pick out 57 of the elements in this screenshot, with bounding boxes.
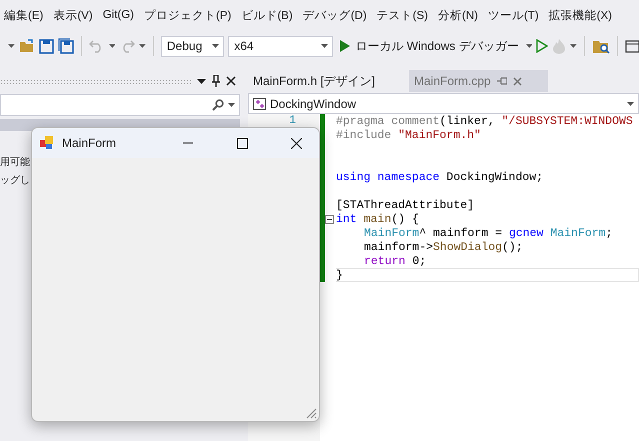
- window-icon[interactable]: [624, 39, 639, 53]
- menu-item[interactable]: 編集(E): [4, 8, 44, 22]
- code-line: int main() {: [336, 212, 420, 226]
- code-line: [STAThreadAttribute]: [336, 198, 476, 212]
- menu-item[interactable]: Git(G): [102, 9, 134, 21]
- caret-icon: [228, 103, 235, 107]
- close-icon: [290, 138, 302, 148]
- code-line: return 0;: [363, 254, 428, 268]
- maximize-icon: [236, 138, 248, 148]
- form-icon: [40, 136, 54, 150]
- menu-item[interactable]: テスト(S): [376, 8, 428, 22]
- configuration-dropdown[interactable]: Debug: [160, 36, 224, 56]
- tab-label: MainForm.h [デザイン]: [253, 72, 376, 90]
- line-number: 1: [289, 114, 296, 128]
- caret-icon: [139, 44, 146, 48]
- menu-item[interactable]: 分析(N): [438, 8, 478, 22]
- menu-item[interactable]: 表示(V): [53, 8, 93, 22]
- code-line: MainForm^ mainform = gcnew MainForm;: [363, 226, 614, 240]
- menu-item[interactable]: ツール(T): [488, 8, 539, 22]
- menu-item[interactable]: デバッグ(D): [302, 8, 367, 22]
- menu-item[interactable]: 拡張機能(X): [548, 8, 612, 22]
- code-line: mainform->ShowDialog();: [363, 240, 524, 254]
- platform-dropdown[interactable]: x64: [228, 36, 334, 56]
- dropdown-caret-icon[interactable]: [197, 78, 206, 84]
- panel-text: ッグし: [0, 174, 30, 188]
- resize-grip-icon[interactable]: [306, 408, 317, 419]
- code-line: }: [336, 268, 639, 282]
- window-title: MainForm: [62, 136, 118, 150]
- caret-icon: [8, 44, 15, 48]
- play-icon: [340, 40, 350, 52]
- play-outline-icon[interactable]: [536, 39, 548, 53]
- close-icon[interactable]: [226, 76, 236, 86]
- class-icon: [253, 98, 266, 110]
- save-all-icon[interactable]: [58, 38, 74, 54]
- search-field[interactable]: [0, 94, 240, 116]
- scope-dropdown[interactable]: DockingWindow: [248, 93, 639, 114]
- code-line: using namespace DockingWindow;: [336, 170, 544, 184]
- menu-item[interactable]: プロジェクト(P): [144, 8, 232, 22]
- panel-text: 用可能: [0, 156, 30, 170]
- run-button[interactable]: ローカル Windows デバッガー: [337, 38, 522, 54]
- code-line: #pragma comment(linker, "/SUBSYSTEM:WINDOWS: [336, 114, 634, 128]
- caret-icon: [321, 44, 328, 48]
- caret-icon: [108, 44, 116, 48]
- tab-label: MainForm.cpp: [414, 74, 491, 88]
- pin-icon[interactable]: [212, 75, 220, 87]
- menu-item[interactable]: ビルド(B): [241, 8, 293, 22]
- collapse-icon[interactable]: [325, 214, 334, 224]
- open-folder-icon[interactable]: [18, 39, 35, 53]
- caret-icon: [526, 44, 532, 48]
- caret-icon: [570, 44, 578, 48]
- caret-icon: [627, 102, 634, 106]
- code-line: #include "MainForm.h": [336, 128, 482, 142]
- minimize-icon: [183, 142, 193, 144]
- folder-search-icon[interactable]: [592, 38, 610, 54]
- caret-icon: [212, 44, 220, 48]
- search-icon: [212, 99, 224, 111]
- save-icon[interactable]: [38, 38, 54, 54]
